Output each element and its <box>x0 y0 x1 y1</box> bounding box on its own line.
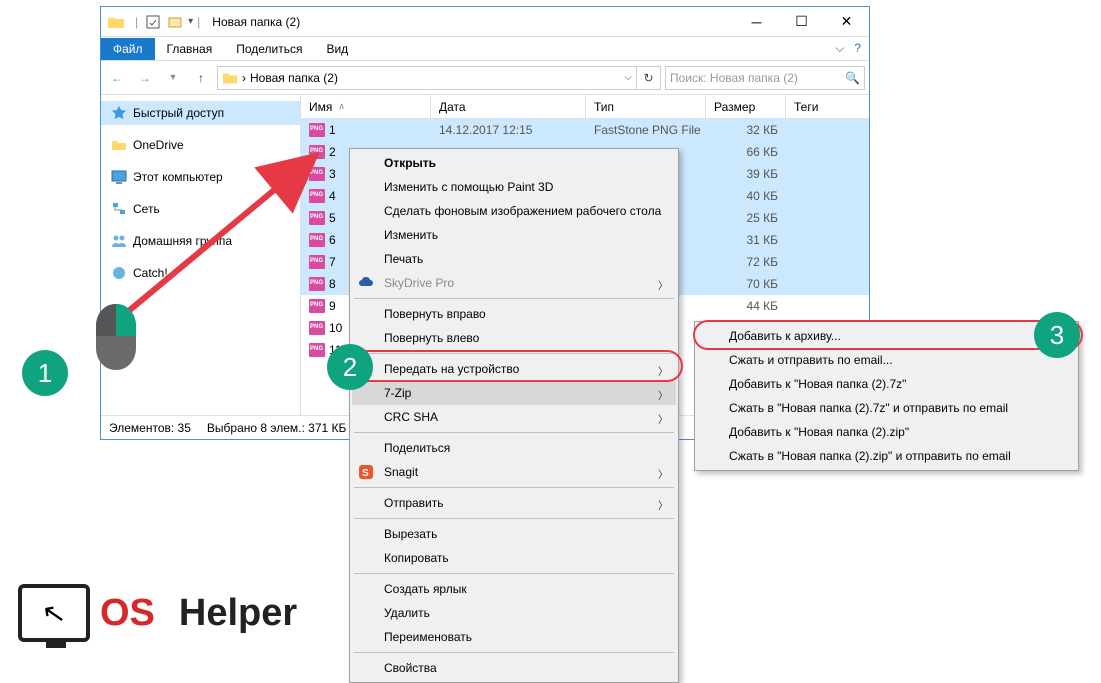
menu-separator <box>354 298 674 299</box>
menu-wallpaper[interactable]: Сделать фоновым изображением рабочего ст… <box>352 199 676 223</box>
tab-view[interactable]: Вид <box>314 38 360 60</box>
sidebar-item-quick-access[interactable]: Быстрый доступ <box>101 101 300 125</box>
watermark-logo: ↖ OS Helper <box>18 584 297 642</box>
status-selection: Выбрано 8 элем.: 371 КБ <box>207 421 347 435</box>
tab-share[interactable]: Поделиться <box>224 38 314 60</box>
submenu-add-zip[interactable]: Добавить к "Новая папка (2).zip" <box>697 420 1076 444</box>
refresh-button[interactable]: ↻ <box>637 66 661 90</box>
context-menu: Открыть Изменить с помощью Paint 3D Сдел… <box>349 148 679 683</box>
menu-share[interactable]: Поделиться <box>352 436 676 460</box>
menu-separator <box>354 432 674 433</box>
nav-up-button[interactable]: ↑ <box>189 66 213 90</box>
nav-back-button[interactable]: ← <box>105 66 129 90</box>
menu-copy[interactable]: Копировать <box>352 546 676 570</box>
submenu-arrow-icon: 〉 <box>658 466 668 481</box>
column-date[interactable]: Дата <box>431 95 586 118</box>
menu-open[interactable]: Открыть <box>352 151 676 175</box>
svg-text:S: S <box>362 468 369 479</box>
help-icon[interactable]: ? <box>854 41 861 56</box>
submenu-add-7z[interactable]: Добавить к "Новая папка (2).7z" <box>697 372 1076 396</box>
annotation-arrow <box>115 144 335 324</box>
address-dropdown-icon[interactable]: ⌵ <box>624 72 632 83</box>
column-tags[interactable]: Теги <box>786 95 869 118</box>
submenu-arrow-icon: 〉 <box>658 497 668 512</box>
column-name[interactable]: Имя∧ <box>301 95 431 118</box>
ribbon: Файл Главная Поделиться Вид ⌵ ? <box>101 37 869 61</box>
highlight-ring-2 <box>348 350 683 382</box>
qat-properties-icon[interactable] <box>145 14 161 30</box>
search-input[interactable] <box>670 71 841 85</box>
menu-skydrive[interactable]: SkyDrive Pro〉 <box>352 271 676 295</box>
nav-forward-button[interactable]: → <box>133 66 157 90</box>
star-icon <box>111 105 127 121</box>
menu-rename[interactable]: Переименовать <box>352 625 676 649</box>
logo-screen-icon: ↖ <box>18 584 90 642</box>
menu-edit[interactable]: Изменить <box>352 223 676 247</box>
cursor-icon: ↖ <box>40 595 69 632</box>
menu-print[interactable]: Печать <box>352 247 676 271</box>
submenu-compress-7z-email[interactable]: Сжать в "Новая папка (2).7z" и отправить… <box>697 396 1076 420</box>
menu-crcsha[interactable]: CRC SHA〉 <box>352 405 676 429</box>
png-file-icon <box>309 343 325 357</box>
column-type[interactable]: Тип <box>586 95 706 118</box>
menu-delete[interactable]: Удалить <box>352 601 676 625</box>
tab-home[interactable]: Главная <box>155 38 225 60</box>
highlight-ring-3 <box>693 320 1083 350</box>
qat-dropdown-icon[interactable]: ▾ <box>188 16 193 27</box>
logo-text-os: OS <box>100 592 155 635</box>
address-bar[interactable]: › Новая папка (2) ⌵ <box>217 66 637 90</box>
qat-separator-2: | <box>197 15 200 29</box>
menu-snagit[interactable]: SSnagit〉 <box>352 460 676 484</box>
breadcrumb-separator: › <box>242 71 246 85</box>
menu-7zip[interactable]: 7-Zip〉 <box>352 381 676 405</box>
breadcrumb-current[interactable]: Новая папка (2) <box>250 71 338 85</box>
file-row[interactable]: 114.12.2017 12:15FastStone PNG File32 КБ <box>301 119 869 141</box>
cloud-icon <box>358 275 374 291</box>
menu-cut[interactable]: Вырезать <box>352 522 676 546</box>
menu-properties[interactable]: Свойства <box>352 656 676 680</box>
submenu-compress-email[interactable]: Сжать и отправить по email... <box>697 348 1076 372</box>
qat-newfolder-icon[interactable] <box>167 14 183 30</box>
sidebar-item-label: Быстрый доступ <box>133 106 224 120</box>
menu-separator <box>354 518 674 519</box>
ribbon-expand-icon[interactable]: ⌵ <box>835 41 844 56</box>
submenu-arrow-icon: 〉 <box>658 277 668 292</box>
folder-icon-small <box>222 70 238 86</box>
menu-rotate-left[interactable]: Повернуть влево <box>352 326 676 350</box>
annotation-badge-1: 1 <box>22 350 68 396</box>
snagit-icon: S <box>358 464 374 480</box>
tab-file[interactable]: Файл <box>101 38 155 60</box>
submenu-compress-zip-email[interactable]: Сжать в "Новая папка (2).zip" и отправит… <box>697 444 1076 468</box>
navbar: ← → ▾ ↑ › Новая папка (2) ⌵ ↻ 🔍 <box>101 61 869 95</box>
qat-separator: | <box>135 15 138 29</box>
menu-sendto[interactable]: Отправить〉 <box>352 491 676 515</box>
annotation-badge-2: 2 <box>327 344 373 390</box>
submenu-arrow-icon: 〉 <box>658 387 668 402</box>
search-icon[interactable]: 🔍 <box>845 71 860 85</box>
logo-text-helper: Helper <box>179 592 297 635</box>
annotation-badge-3: 3 <box>1034 312 1080 358</box>
menu-separator <box>354 487 674 488</box>
menu-paint3d[interactable]: Изменить с помощью Paint 3D <box>352 175 676 199</box>
close-button[interactable]: ✕ <box>824 7 869 36</box>
column-size[interactable]: Размер <box>706 95 786 118</box>
nav-recent-button[interactable]: ▾ <box>161 66 185 90</box>
search-box[interactable]: 🔍 <box>665 66 865 90</box>
maximize-button[interactable]: ☐ <box>779 7 824 36</box>
menu-separator <box>354 573 674 574</box>
png-file-icon <box>309 123 325 137</box>
status-count: Элементов: 35 <box>109 421 191 435</box>
menu-separator <box>354 652 674 653</box>
mouse-icon <box>92 302 140 372</box>
menu-rotate-right[interactable]: Повернуть вправо <box>352 302 676 326</box>
window-title: Новая папка (2) <box>212 15 300 29</box>
menu-shortcut[interactable]: Создать ярлык <box>352 577 676 601</box>
minimize-button[interactable]: ─ <box>734 7 779 36</box>
submenu-arrow-icon: 〉 <box>658 411 668 426</box>
titlebar[interactable]: | ▾ | Новая папка (2) ─ ☐ ✕ <box>101 7 869 37</box>
folder-icon <box>107 13 125 31</box>
